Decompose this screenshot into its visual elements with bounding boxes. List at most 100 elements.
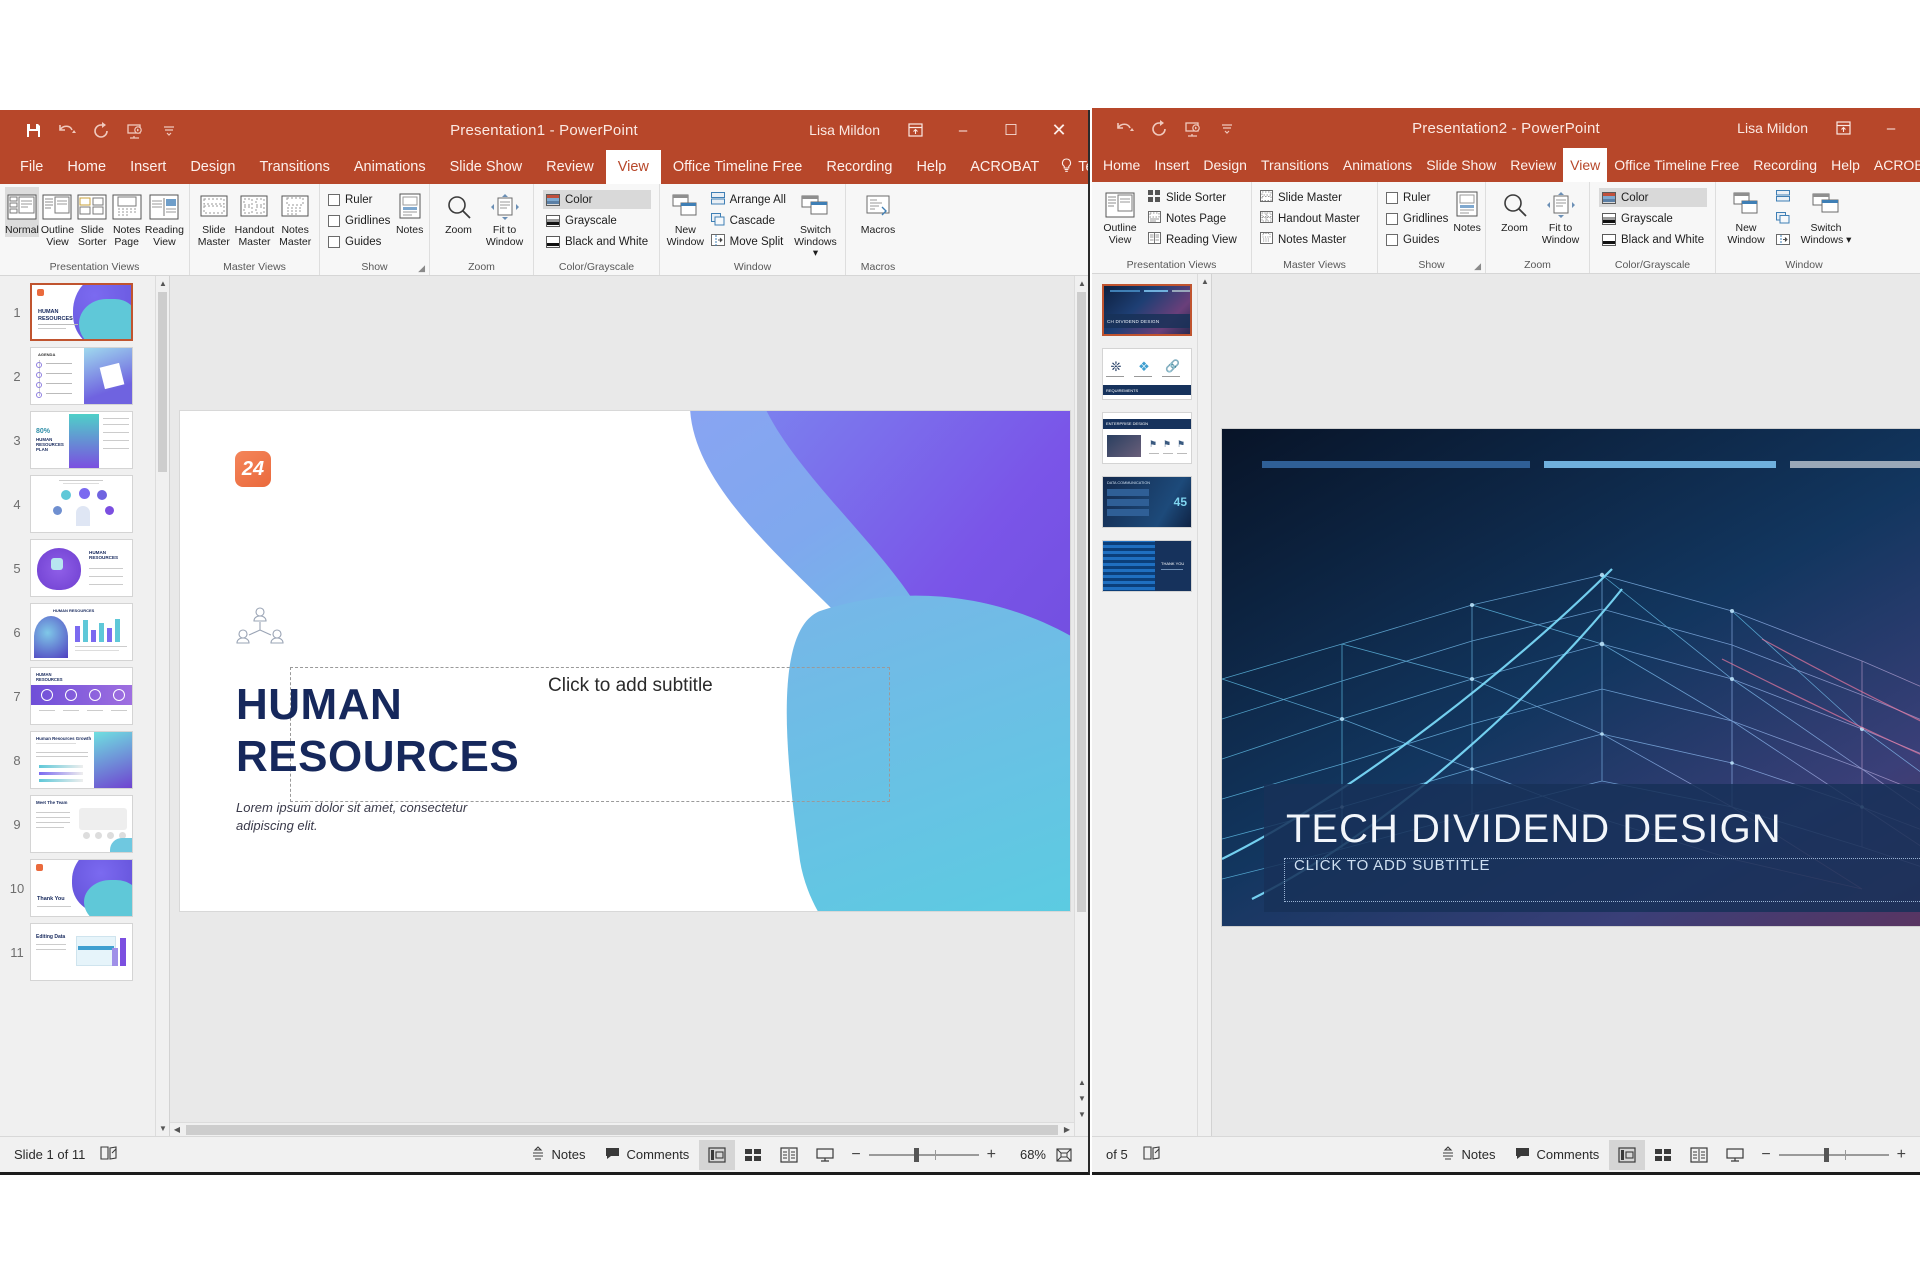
thumbnail-slide-6[interactable]: HUMAN RESOURCES — [30, 603, 133, 661]
thumbnail-slide-3[interactable]: 80% HUMAN RESOURCES PLAN — [30, 411, 133, 469]
slide-canvas[interactable]: 24 HUMAN RESOURCES Lorem ipsum dolor sit… — [180, 411, 1070, 911]
tab-transitions[interactable]: Transitions — [247, 150, 341, 184]
vertical-scrollbar[interactable]: ▲ ▲ ▼ ▼ — [1074, 276, 1088, 1136]
guides-checkbox[interactable]: Guides — [325, 232, 393, 251]
tab-office-timeline-free[interactable]: Office Timeline Free — [661, 150, 814, 184]
thumbnail-slide-10[interactable]: Thank You — [30, 859, 133, 917]
thumbnail-item[interactable]: 3 80% HUMAN RESOURCES PLAN — [0, 408, 155, 472]
thumbnail-slide-3[interactable]: ENTERPRISE DESIGN ⚑ ⚑ ⚑ — [1102, 412, 1192, 464]
thumbnail-item[interactable]: DATA COMMUNICATION 45 — [1098, 470, 1211, 534]
switch-windows-button[interactable]: Switch Windows ▾ — [791, 187, 840, 260]
close-button[interactable]: ✕ — [1036, 113, 1082, 147]
slide-title[interactable]: TECH DIVIDEND DESIGN — [1286, 807, 1782, 852]
tab-slide-show[interactable]: Slide Show — [438, 150, 535, 184]
color-option[interactable]: Color — [543, 190, 652, 209]
zoom-slider[interactable]: − + — [1753, 1146, 1914, 1164]
notes-button[interactable]: Notes — [395, 187, 424, 237]
start-from-beginning-icon[interactable] — [1178, 114, 1208, 142]
thumbnail-item[interactable]: 4 — [0, 472, 155, 536]
arrange-all-button[interactable] — [1773, 188, 1793, 207]
show-dialog-launcher-icon[interactable]: ◢ — [1474, 261, 1481, 272]
slide-body-text[interactable]: Lorem ipsum dolor sit amet, consectetur … — [236, 799, 506, 835]
outline-view-button[interactable]: Outline View — [1097, 185, 1143, 246]
previous-slide-button[interactable]: ▲ — [1075, 1075, 1088, 1090]
tab-acrobat[interactable]: ACROBAT — [1867, 148, 1920, 182]
account-name[interactable]: Lisa Mildon — [1737, 120, 1808, 136]
thumbnail-item[interactable]: 7 HUMAN RESOURCES — [0, 664, 155, 728]
horizontal-scrollbar[interactable]: ◀ ▶ — [170, 1122, 1074, 1136]
zoom-in-button[interactable]: + — [1897, 1146, 1906, 1164]
cascade-button[interactable]: Cascade — [708, 211, 789, 230]
zoom-out-button[interactable]: − — [851, 1146, 860, 1164]
tab-recording[interactable]: Recording — [814, 150, 904, 184]
thumbnail-item[interactable]: 10 Thank You — [0, 856, 155, 920]
thumbnail-slide-9[interactable]: Meet The Team — [30, 795, 133, 853]
zoom-in-button[interactable]: + — [987, 1146, 996, 1164]
notes-toggle[interactable]: Notes — [1431, 1140, 1505, 1170]
ribbon-display-options-icon[interactable] — [892, 113, 938, 147]
thumbnail-scrollbar[interactable]: ▲ — [1197, 274, 1211, 1136]
thumbnail-slide-11[interactable]: Editing Data — [30, 923, 133, 981]
ruler-checkbox[interactable]: Ruler — [1383, 188, 1451, 207]
show-dialog-launcher-icon[interactable]: ◢ — [418, 263, 425, 274]
slide-editing-stage[interactable]: 24 HUMAN RESOURCES Lorem ipsum dolor sit… — [170, 276, 1088, 1136]
start-from-beginning-icon[interactable] — [120, 116, 150, 144]
zoom-handle[interactable] — [913, 1147, 919, 1162]
scroll-up-arrow-icon[interactable]: ▲ — [1198, 274, 1211, 289]
quick-access-toolbar[interactable] — [0, 116, 184, 144]
new-window-button[interactable]: New Window — [665, 187, 706, 248]
customize-quick-access-toolbar-icon[interactable] — [1212, 114, 1242, 142]
scrollbar-thumb[interactable] — [158, 292, 167, 472]
tab-transitions[interactable]: Transitions — [1254, 148, 1336, 182]
tab-review[interactable]: Review — [534, 150, 606, 184]
black-and-white-option[interactable]: Black and White — [543, 232, 651, 251]
gridlines-checkbox[interactable]: Gridlines — [1383, 209, 1451, 228]
subtitle-placeholder-text[interactable]: CLICK TO ADD SUBTITLE — [1294, 857, 1490, 874]
tab-design[interactable]: Design — [178, 150, 247, 184]
thumbnail-slide-7[interactable]: HUMAN RESOURCES — [30, 667, 133, 725]
thumbnail-slide-4[interactable] — [30, 475, 133, 533]
tab-recording[interactable]: Recording — [1746, 148, 1824, 182]
notes-master-button[interactable]: Notes Master — [1257, 230, 1363, 249]
tab-help[interactable]: Help — [1824, 148, 1867, 182]
scroll-up-arrow-icon[interactable]: ▲ — [1075, 276, 1088, 291]
thumbnail-slide-2[interactable]: ❊ ❖ 🔗 REQUIREMENTS — [1102, 348, 1192, 400]
comments-toggle[interactable]: Comments — [595, 1140, 699, 1170]
ribbon-tabs[interactable]: File Home Insert Design Transitions Anim… — [0, 150, 1088, 184]
minimize-button[interactable]: – — [1868, 111, 1914, 145]
thumbnail-item[interactable]: 2 AGENDA — [0, 344, 155, 408]
zoom-out-button[interactable]: − — [1761, 1146, 1770, 1164]
thumbnail-item[interactable]: 9 Meet The Team — [0, 792, 155, 856]
slide-master-button[interactable]: Slide Master — [195, 187, 233, 248]
zoom-slider[interactable]: − + — [843, 1146, 1004, 1164]
reading-view-button[interactable] — [771, 1140, 807, 1170]
slide-sorter-button[interactable] — [1645, 1140, 1681, 1170]
ruler-checkbox[interactable]: Ruler — [325, 190, 393, 209]
notes-toggle[interactable]: Notes — [521, 1140, 595, 1170]
tab-file[interactable]: File — [8, 150, 55, 184]
thumbnail-slide-8[interactable]: Human Resources Growth — [30, 731, 133, 789]
fit-slide-to-window-button[interactable] — [1046, 1140, 1082, 1170]
slide-thumbnail-pane[interactable]: 1 HUMAN RESOURCES 2 AGENDA 3 80% HUMAN R… — [0, 276, 170, 1136]
thumbnail-slide-2[interactable]: AGENDA — [30, 347, 133, 405]
thumbnail-slide-4[interactable]: DATA COMMUNICATION 45 — [1102, 476, 1192, 528]
reading-view-button[interactable]: Reading View — [1145, 230, 1240, 249]
tab-home[interactable]: Home — [55, 150, 118, 184]
scroll-left-arrow-icon[interactable]: ◀ — [170, 1123, 184, 1137]
powerpoint-window-presentation1[interactable]: Presentation1 - PowerPoint Lisa Mildon –… — [0, 110, 1090, 1175]
tab-view[interactable]: View — [1563, 148, 1608, 182]
zoom-track[interactable] — [868, 1147, 979, 1162]
gridlines-checkbox[interactable]: Gridlines — [325, 211, 393, 230]
redo-icon[interactable] — [1144, 114, 1174, 142]
slideshow-button[interactable] — [807, 1140, 843, 1170]
tab-insert[interactable]: Insert — [1147, 148, 1196, 182]
normal-view-button[interactable] — [699, 1139, 736, 1170]
next-slide-button[interactable]: ▼ — [1075, 1091, 1088, 1106]
tab-office-timeline-free[interactable]: Office Timeline Free — [1607, 148, 1746, 182]
tab-animations[interactable]: Animations — [1336, 148, 1419, 182]
thumbnail-item[interactable]: THANK YOU — [1098, 534, 1211, 598]
tab-view[interactable]: View — [605, 150, 661, 184]
color-option[interactable]: Color — [1599, 188, 1708, 207]
slide-sorter-button[interactable]: Slide Sorter — [76, 187, 108, 248]
thumbnail-item[interactable]: 5 HUMAN RESOURCES — [0, 536, 155, 600]
